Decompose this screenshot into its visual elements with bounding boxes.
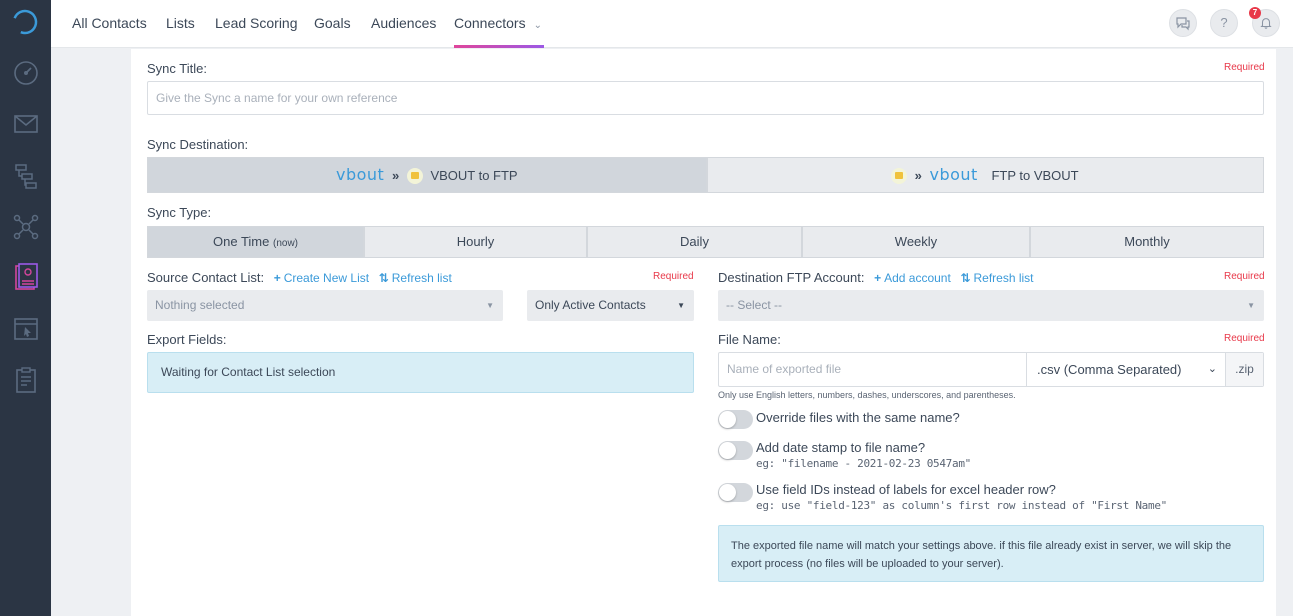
file-name-label: File Name: xyxy=(718,332,781,347)
dashboard-gauge-icon[interactable] xyxy=(12,59,40,87)
source-list-select-value: Nothing selected xyxy=(155,298,245,312)
source-list-select[interactable]: Nothing selected ▼ xyxy=(147,290,503,321)
file-name-hint: Only use English letters, numbers, dashe… xyxy=(718,390,1016,400)
ftp-to-vbout-button[interactable]: » vbout FTP to VBOUT xyxy=(707,157,1264,193)
nav-connectors-label: Connectors xyxy=(454,15,526,31)
sync-title-label: Sync Title: xyxy=(147,61,207,76)
sync-type-label: Sync Type: xyxy=(147,205,212,220)
nav-audiences[interactable]: Audiences xyxy=(371,0,436,48)
sync-type-label: One Time xyxy=(213,234,270,249)
chat-icon[interactable] xyxy=(1169,9,1197,37)
ftp-folder-icon xyxy=(891,167,907,184)
contact-status-select-value: Only Active Contacts xyxy=(535,298,646,312)
landing-page-icon[interactable] xyxy=(12,315,40,343)
file-name-group: Name of exported file .csv (Comma Separa… xyxy=(718,352,1264,387)
refresh-source-list-label: Refresh list xyxy=(391,271,452,285)
date-stamp-toggle[interactable] xyxy=(718,441,753,460)
help-icon[interactable]: ? xyxy=(1210,9,1238,37)
sync-type-daily[interactable]: Daily xyxy=(587,226,802,258)
refresh-source-list-link[interactable]: ⇅ Refresh list xyxy=(379,271,452,285)
ftp-account-select[interactable]: -- Select -- ▼ xyxy=(718,290,1264,321)
sync-type-monthly[interactable]: Monthly xyxy=(1030,226,1264,258)
vbout-to-ftp-label: VBOUT to FTP xyxy=(430,168,518,183)
vbout-logo: vbout xyxy=(336,165,385,184)
plus-icon: + xyxy=(874,271,882,285)
sync-destination-label: Sync Destination: xyxy=(147,137,249,152)
sync-type-one-time[interactable]: One Time (now) xyxy=(147,226,364,258)
create-new-list-link[interactable]: + Create New List xyxy=(274,271,369,285)
sidebar xyxy=(0,0,51,616)
plus-icon: + xyxy=(273,271,281,285)
content-gutter xyxy=(51,49,131,616)
caret-down-icon: ▼ xyxy=(1247,301,1255,310)
date-stamp-label: Add date stamp to file name? xyxy=(756,440,926,455)
add-account-link[interactable]: + Add account xyxy=(874,271,951,285)
file-name-required: Required xyxy=(1224,333,1265,344)
network-icon[interactable] xyxy=(12,213,40,241)
chevron-down-icon: ⌄ xyxy=(1207,363,1217,375)
file-format-select[interactable]: .csv (Comma Separated) ⌄ xyxy=(1026,353,1226,386)
add-account-label: Add account xyxy=(884,271,951,285)
file-format-value: .csv (Comma Separated) xyxy=(1037,362,1182,377)
field-ids-example: eg: use "field-123" as column's first ro… xyxy=(756,499,1167,512)
sync-type-hourly[interactable]: Hourly xyxy=(364,226,587,258)
date-stamp-example: eg: "filename - 2021-02-23 0547am" xyxy=(756,457,971,470)
sync-type-weekly[interactable]: Weekly xyxy=(802,226,1030,258)
vbout-to-ftp-button[interactable]: vbout » VBOUT to FTP xyxy=(147,157,707,193)
export-fields-label: Export Fields: xyxy=(147,332,227,347)
source-contact-list-label: Source Contact List: xyxy=(147,270,265,285)
ftp-to-vbout-label: FTP to VBOUT xyxy=(991,168,1079,183)
nav-goals[interactable]: Goals xyxy=(314,0,351,48)
refresh-ftp-list-label: Refresh list xyxy=(973,271,1034,285)
ftp-account-select-value: -- Select -- xyxy=(726,298,783,312)
contact-status-select[interactable]: Only Active Contacts ▼ xyxy=(527,290,694,321)
vbout-logo: vbout xyxy=(929,165,978,184)
refresh-ftp-list-link[interactable]: ⇅ Refresh list xyxy=(960,271,1033,285)
clipboard-icon[interactable] xyxy=(12,366,40,394)
top-navigation: All Contacts Lists Lead Scoring Goals Au… xyxy=(51,0,1293,48)
sync-title-input[interactable]: Give the Sync a name for your own refere… xyxy=(147,81,1264,115)
nav-lead-scoring[interactable]: Lead Scoring xyxy=(215,0,298,48)
ftp-folder-icon xyxy=(406,167,423,184)
caret-down-icon: ▼ xyxy=(677,301,685,310)
destination-ftp-label: Destination FTP Account: xyxy=(718,270,865,285)
source-required: Required xyxy=(653,271,694,282)
export-notice: The exported file name will match your s… xyxy=(718,525,1264,582)
override-files-label: Override files with the same name? xyxy=(756,410,960,425)
nav-lists[interactable]: Lists xyxy=(166,0,195,48)
zip-extension-addon: .zip xyxy=(1226,353,1263,386)
nav-connectors[interactable]: Connectors ⌄ xyxy=(454,0,544,48)
nav-all-contacts[interactable]: All Contacts xyxy=(72,0,147,48)
create-new-list-label: Create New List xyxy=(283,271,370,285)
right-gutter xyxy=(1276,49,1293,616)
refresh-icon: ⇅ xyxy=(960,271,971,285)
sync-type-suffix: (now) xyxy=(272,238,298,249)
file-name-input[interactable]: Name of exported file xyxy=(719,353,1026,386)
email-icon[interactable] xyxy=(12,110,40,138)
field-ids-toggle[interactable] xyxy=(718,483,753,502)
chevron-down-icon: ⌄ xyxy=(533,20,542,31)
caret-down-icon: ▼ xyxy=(486,301,494,310)
contacts-icon[interactable] xyxy=(12,263,40,291)
app-logo-icon[interactable] xyxy=(11,8,39,36)
override-files-toggle[interactable] xyxy=(718,410,753,429)
refresh-icon: ⇅ xyxy=(378,271,389,285)
destination-ftp-heading: Destination FTP Account: + Add account ⇅ R… xyxy=(718,270,1034,285)
arrows-right-icon: » xyxy=(914,168,922,183)
workflow-icon[interactable] xyxy=(12,162,40,190)
notification-badge: 7 xyxy=(1249,7,1261,19)
arrows-right-icon: » xyxy=(391,168,400,183)
field-ids-label: Use field IDs instead of labels for exce… xyxy=(756,482,1056,497)
export-fields-waiting-notice: Waiting for Contact List selection xyxy=(147,352,694,393)
sync-title-required: Required xyxy=(1224,62,1265,73)
destination-ftp-required: Required xyxy=(1224,271,1265,282)
source-contact-list-heading: Source Contact List: + Create New List ⇅ R… xyxy=(147,270,452,285)
